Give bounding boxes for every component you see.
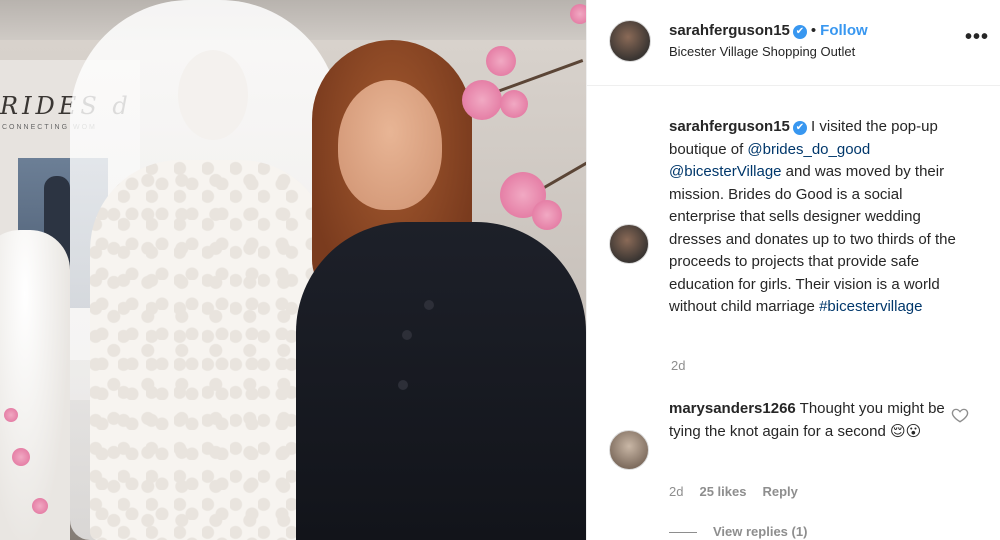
coat-button — [398, 380, 408, 390]
reply-button[interactable]: Reply — [762, 484, 797, 499]
mannequin-head — [178, 50, 248, 140]
blossom — [32, 498, 48, 514]
blossom — [570, 4, 586, 24]
comment-timestamp[interactable]: 2d — [669, 484, 683, 499]
blossom — [532, 200, 562, 230]
comment-text: marysanders1266 Thought you might be tyi… — [669, 398, 949, 443]
commenter-username[interactable]: marysanders1266 — [669, 400, 796, 417]
blossom — [12, 448, 30, 466]
post-header: sarahferguson15 ✔ • Follow Bicester Village… — [587, 0, 1000, 86]
verified-badge-icon: ✔ — [792, 25, 807, 39]
woman-coat — [296, 222, 586, 540]
comment-likes[interactable]: 25 likes — [699, 484, 746, 499]
lace-wedding-dress — [90, 160, 330, 540]
more-options-icon[interactable]: ••• — [965, 26, 989, 49]
author-line: sarahferguson15 ✔ • Follow — [669, 22, 868, 39]
post-photo[interactable]: RIDES d CONNECTING WOM — [0, 0, 586, 540]
author-avatar[interactable] — [609, 20, 651, 62]
coat-button — [424, 300, 434, 310]
coat-button — [402, 330, 412, 340]
view-replies-label[interactable]: View replies (1) — [713, 524, 807, 539]
caption-timestamp[interactable]: 2d — [671, 358, 685, 373]
post-location[interactable]: Bicester Village Shopping Outlet — [669, 44, 855, 59]
commenter-avatar[interactable] — [609, 430, 649, 470]
mention-link[interactable]: @brides_do_good — [747, 141, 870, 158]
blossom — [462, 80, 502, 120]
post-details-panel: sarahferguson15 ✔ • Follow Bicester Village… — [586, 0, 1000, 540]
mention-link[interactable]: @bicesterVillage — [669, 163, 782, 180]
post-caption: sarahferguson15 ✔ I visited the pop-up bo… — [669, 116, 969, 319]
caption-avatar[interactable] — [609, 224, 649, 264]
caption-text-2: and was moved by their mission. Brides d… — [669, 163, 956, 315]
blossom — [500, 90, 528, 118]
blossom — [486, 46, 516, 76]
side-dress — [0, 230, 70, 540]
separator-dot: • — [810, 22, 817, 39]
replies-divider-line — [669, 532, 697, 534]
like-heart-icon[interactable] — [951, 406, 969, 424]
blossom — [4, 408, 18, 422]
comment-emoji: 😌😮 — [889, 422, 922, 440]
caption-username[interactable]: sarahferguson15 — [669, 118, 790, 135]
follow-button[interactable]: Follow — [820, 22, 868, 39]
author-username[interactable]: sarahferguson15 — [669, 22, 790, 39]
hashtag-link[interactable]: #bicestervillage — [819, 298, 922, 315]
woman-face — [338, 80, 442, 210]
verified-badge-icon: ✔ — [792, 121, 807, 135]
view-replies-button[interactable]: View replies (1) — [669, 524, 807, 539]
comment-meta: 2d 25 likes Reply — [669, 484, 814, 499]
